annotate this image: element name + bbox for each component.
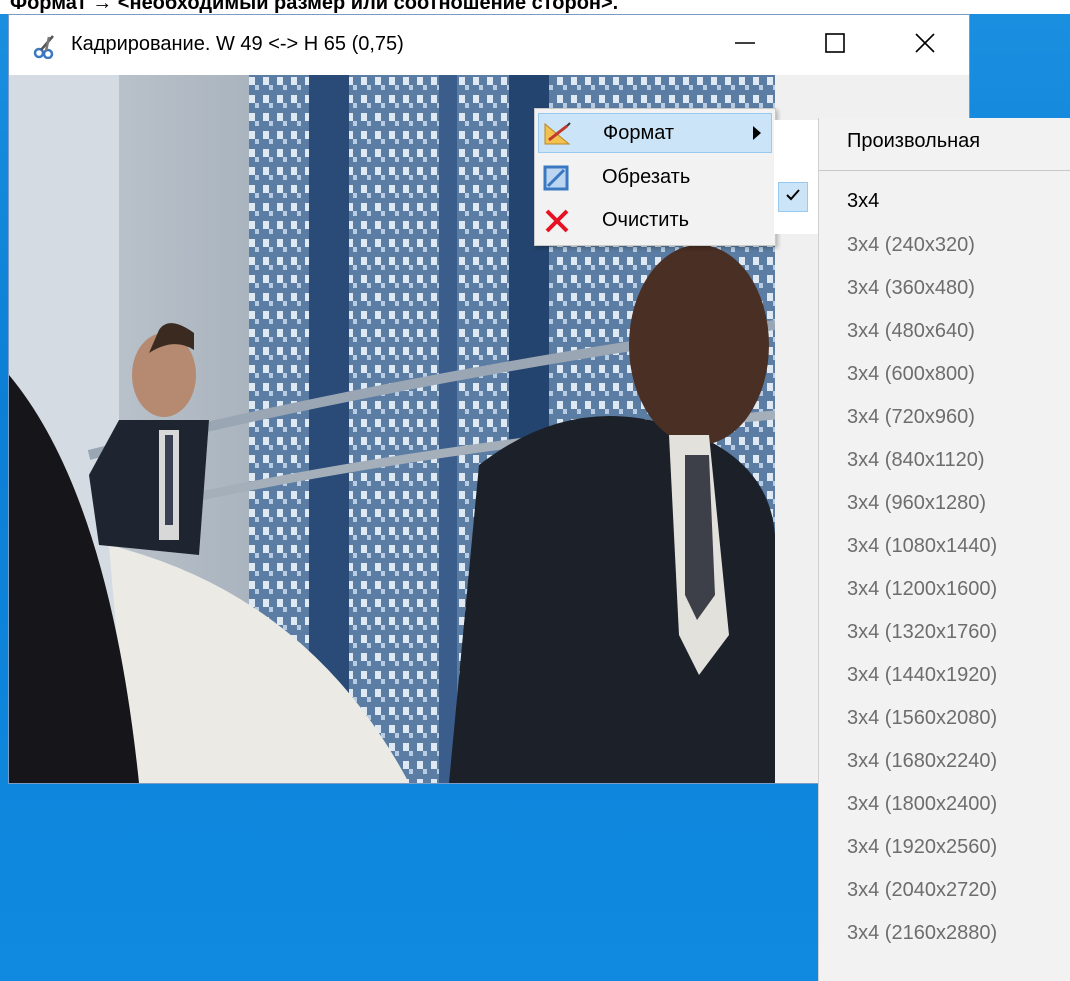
submenu-item: 3x4 (1800x2400) [847, 793, 998, 815]
submenu-item: 3x4 (2160x2880) [847, 922, 998, 944]
submenu-item-custom[interactable]: Произвольная [847, 130, 980, 153]
clear-x-icon [542, 207, 572, 235]
title-bar[interactable]: Кадрирование. W 49 <-> H 65 (0,75) [9, 15, 969, 75]
menu-item-label: Обрезать [602, 166, 691, 188]
submenu-item: 3x4 (1920x2560) [847, 836, 998, 858]
minimize-icon [734, 32, 756, 59]
close-icon [914, 32, 936, 59]
context-menu: Формат Обрезать Очистить [534, 108, 776, 246]
window-title: Кадрирование. W 49 <-> H 65 (0,75) [71, 33, 404, 55]
submenu-item: 3x4 (960x1280) [847, 492, 986, 514]
checkmark-icon [785, 188, 801, 207]
submenu-gutter [774, 120, 818, 234]
submenu-item: 3x4 (240x320) [847, 234, 975, 256]
submenu-item: 3x4 (1080x1440) [847, 535, 998, 557]
submenu-item: 3x4 (1200x1600) [847, 578, 998, 600]
submenu-item: 3x4 (840x1120) [847, 449, 985, 471]
format-submenu: Произвольная 3x4 3x4 (240x320) 3x4 (360x… [818, 118, 1070, 981]
submenu-item: 3x4 (1680x2240) [847, 750, 998, 772]
close-button[interactable] [879, 19, 971, 71]
menu-item-format[interactable]: Формат [538, 113, 772, 153]
submenu-item: 3x4 (480x640) [847, 320, 975, 342]
minimize-button[interactable] [699, 19, 791, 71]
instruction-caption: Формат → <необходимый размер или соотнош… [10, 0, 619, 14]
submenu-separator [819, 170, 1070, 171]
menu-item-label: Формат [603, 122, 675, 144]
menu-item-clear[interactable]: Очистить [538, 201, 772, 241]
scissors-icon [33, 33, 59, 60]
crop-icon [542, 164, 572, 192]
submenu-item: 3x4 (1440x1920) [847, 664, 998, 686]
submenu-item: 3x4 (1560x2080) [847, 707, 998, 729]
submenu-item: 3x4 (720x960) [847, 406, 975, 428]
maximize-icon [824, 32, 846, 59]
ruler-pencil-icon [543, 120, 573, 148]
submenu-item: 3x4 (600x800) [847, 363, 975, 385]
menu-item-label: Очистить [602, 209, 690, 231]
checkmark-box [778, 182, 808, 212]
submenu-item-3x4[interactable]: 3x4 [847, 190, 879, 213]
maximize-button[interactable] [789, 19, 881, 71]
submenu-item: 3x4 (1320x1760) [847, 621, 998, 643]
submenu-item: 3x4 (2040x2720) [847, 879, 998, 901]
submenu-item: 3x4 (360x480) [847, 277, 975, 299]
submenu-arrow-icon [753, 126, 761, 140]
menu-item-crop[interactable]: Обрезать [538, 158, 772, 198]
